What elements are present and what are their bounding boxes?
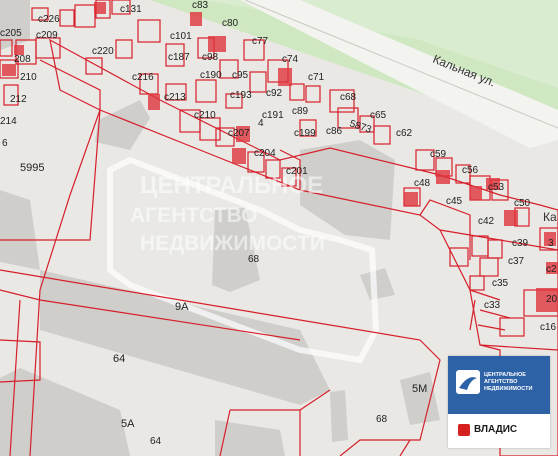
logo-text: ЦЕНТРАЛЬНОЕ АГЕНТСТВО НЕДВИЖИМОСТИ [484,372,532,393]
label-c213[interactable]: c213 [164,92,186,103]
label-c89[interactable]: c89 [292,106,309,117]
label-c65[interactable]: c65 [370,110,387,121]
label-c187[interactable]: c187 [168,52,190,63]
label-c204[interactable]: c204 [254,148,276,159]
label-c59[interactable]: c59 [430,149,447,160]
label-c42[interactable]: c42 [478,216,495,227]
building-topleft [0,0,30,50]
label-c80[interactable]: c80 [222,18,239,29]
label-c220[interactable]: c220 [92,46,114,57]
label-64-main[interactable]: 64 [113,353,125,365]
label-c71[interactable]: c71 [308,72,325,83]
label-c74[interactable]: c74 [282,54,299,65]
label-c77[interactable]: c77 [252,36,269,47]
label-64-bottom[interactable]: 64 [150,436,162,447]
agency-emblem-icon [456,370,480,394]
label-c39[interactable]: c39 [512,238,529,249]
label-c37[interactable]: c37 [508,256,525,267]
label-c50[interactable]: c50 [514,198,531,209]
label-c98[interactable]: c98 [202,52,219,63]
label-68-inner[interactable]: 68 [248,254,260,265]
label-214[interactable]: 214 [0,116,17,127]
label-210a[interactable]: 210 [20,72,37,83]
cadastral-map[interactable]: ЦЕНТРАЛЬНОЕ АГЕНТСТВО НЕДВИЖИМОСТИ Кальн… [0,0,558,456]
label-c16[interactable]: c16 [540,322,557,333]
logo-line-3: НЕДВИЖИМОСТИ [484,386,533,392]
label-6[interactable]: 6 [2,138,8,149]
label-c68[interactable]: c68 [340,92,357,103]
label-c92[interactable]: c92 [266,88,283,99]
label-c86[interactable]: c86 [326,126,343,137]
logo-blue-panel: ЦЕНТРАЛЬНОЕ АГЕНТСТВО НЕДВИЖИМОСТИ [448,356,550,414]
street-edge-label: Ка [543,210,557,224]
label-5M[interactable]: 5М [412,383,427,395]
building-5M [400,372,440,425]
label-68-bottom[interactable]: 68 [376,414,388,425]
label-c205[interactable]: c205 [0,28,22,39]
label-c35[interactable]: c35 [492,278,509,289]
label-c216[interactable]: c216 [132,72,154,83]
label-20[interactable]: 20 [546,294,558,305]
logo-line-1: ЦЕНТРАЛЬНОЕ [484,372,526,378]
label-c131[interactable]: c131 [120,4,142,15]
label-c209[interactable]: c209 [36,30,58,41]
watermark-line-3: НЕДВИЖИМОСТИ [140,232,325,255]
building-bottom [215,420,285,456]
label-212[interactable]: 212 [10,94,27,105]
brand-row: ВЛАДИС [458,422,550,440]
label-5995[interactable]: 5995 [20,162,44,174]
label-c2[interactable]: c2 [546,264,557,275]
label-c210[interactable]: c210 [194,110,216,121]
label-c56[interactable]: c56 [462,165,479,176]
label-c95[interactable]: c95 [232,70,249,81]
brand-name: ВЛАДИС [474,424,518,435]
label-c199[interactable]: c199 [294,128,316,139]
label-5A[interactable]: 5А [121,418,135,430]
label-4[interactable]: 4 [258,118,264,129]
label-9A[interactable]: 9А [175,301,189,313]
building-left [0,190,40,270]
label-3[interactable]: 3 [548,238,554,249]
brand-mark-icon [458,424,470,436]
label-c62[interactable]: c62 [396,128,413,139]
label-c53[interactable]: c53 [488,182,505,193]
building-small [330,390,348,442]
watermark: ЦЕНТРАЛЬНОЕ АГЕНТСТВО НЕДВИЖИМОСТИ [130,172,325,255]
label-c190[interactable]: c190 [200,70,222,81]
label-c83[interactable]: c83 [192,0,209,11]
label-c207[interactable]: c207 [228,128,250,139]
label-c45[interactable]: c45 [446,196,463,207]
agency-logo: ЦЕНТРАЛЬНОЕ АГЕНТСТВО НЕДВИЖИМОСТИ ВЛАДИ… [448,356,550,448]
label-5873[interactable]: 5873 [348,118,373,135]
label-208[interactable]: 208 [14,54,31,65]
logo-line-2: АГЕНТСТВО [484,379,518,385]
building-4 [360,268,395,300]
label-c48[interactable]: c48 [414,178,431,189]
building-1 [95,100,150,150]
label-c226[interactable]: c226 [38,14,60,25]
watermark-line-2: АГЕНТСТВО [130,204,258,227]
label-c191[interactable]: c191 [262,110,284,121]
label-c201[interactable]: c201 [286,166,308,177]
label-c33[interactable]: c33 [484,300,501,311]
label-c101[interactable]: c101 [170,31,192,42]
label-c193[interactable]: c193 [230,90,252,101]
